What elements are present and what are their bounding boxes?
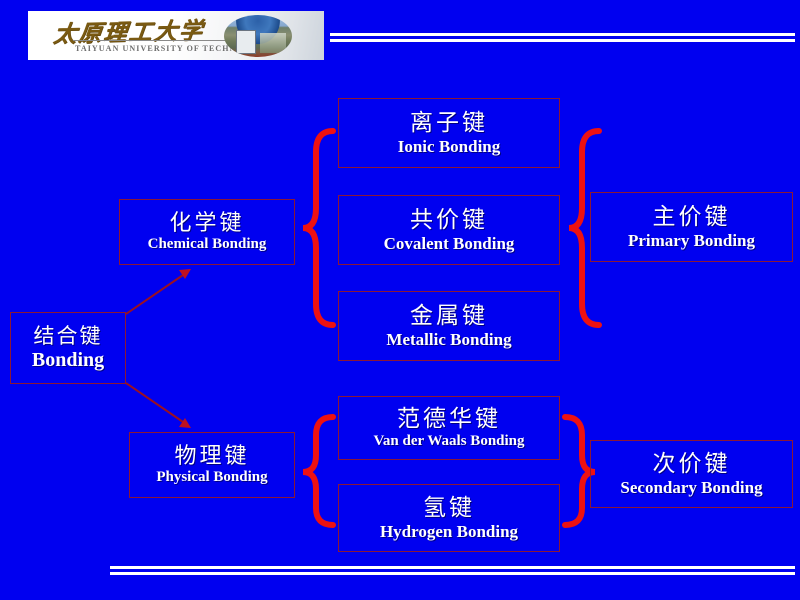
node-label-en: Physical Bonding — [156, 469, 268, 486]
node-label-en: Ionic Bonding — [397, 136, 501, 156]
node-label-en: Primary Bonding — [627, 230, 756, 250]
node-primary-bonding[interactable]: 主价键 Primary Bonding — [590, 192, 793, 262]
node-bonding-root[interactable]: 结合键 Bonding — [10, 312, 126, 384]
university-logo-banner: 太原理工大学 TAIYUAN UNIVERSITY OF TECHNOLOGY — [28, 11, 324, 60]
node-label-cn: 次价键 — [652, 450, 731, 476]
brace-physical-left — [302, 414, 336, 528]
node-secondary-bonding[interactable]: 次价键 Secondary Bonding — [590, 440, 793, 508]
node-label-cn: 物理键 — [174, 443, 250, 469]
arrow-head-to-chemical — [179, 269, 191, 279]
arrow-line-to-chemical — [125, 272, 187, 315]
brace-chemical-left — [302, 128, 336, 328]
node-label-en: Chemical Bonding — [147, 236, 267, 253]
node-label-cn: 共价键 — [410, 206, 488, 232]
logo-divider — [73, 40, 233, 41]
node-hydrogen-bonding[interactable]: 氢键 Hydrogen Bonding — [338, 484, 560, 552]
node-label-en: Metallic Bonding — [386, 329, 512, 349]
node-van-der-waals-bonding[interactable]: 范德华键 Van der Waals Bonding — [338, 396, 560, 460]
node-label-en: Secondary Bonding — [620, 477, 763, 497]
footer-rule-lower — [110, 572, 795, 575]
node-label-cn: 范德华键 — [397, 405, 501, 431]
node-label-cn: 离子键 — [410, 109, 488, 135]
node-label-cn: 金属键 — [410, 302, 488, 328]
node-label-en: Hydrogen Bonding — [379, 521, 519, 541]
node-physical-bonding[interactable]: 物理键 Physical Bonding — [129, 432, 295, 498]
node-label-en: Bonding — [31, 349, 105, 372]
node-metallic-bonding[interactable]: 金属键 Metallic Bonding — [338, 291, 560, 361]
slide-canvas: 太原理工大学 TAIYUAN UNIVERSITY OF TECHNOLOGY … — [0, 0, 800, 600]
node-label-cn: 结合键 — [33, 323, 103, 348]
campus-photo-icon — [224, 15, 292, 57]
header-rule-upper — [330, 33, 795, 36]
node-covalent-bonding[interactable]: 共价键 Covalent Bonding — [338, 195, 560, 265]
node-label-cn: 化学键 — [169, 210, 245, 236]
node-label-cn: 主价键 — [652, 203, 731, 229]
node-chemical-bonding[interactable]: 化学键 Chemical Bonding — [119, 199, 295, 265]
node-label-cn: 氢键 — [423, 494, 475, 520]
footer-rule-upper — [110, 566, 795, 569]
arrow-head-to-physical — [179, 418, 191, 428]
node-label-en: Covalent Bonding — [383, 233, 515, 253]
arrow-line-to-physical — [125, 382, 187, 425]
header-rule-lower — [330, 39, 795, 42]
node-ionic-bonding[interactable]: 离子键 Ionic Bonding — [338, 98, 560, 168]
node-label-en: Van der Waals Bonding — [373, 432, 525, 449]
